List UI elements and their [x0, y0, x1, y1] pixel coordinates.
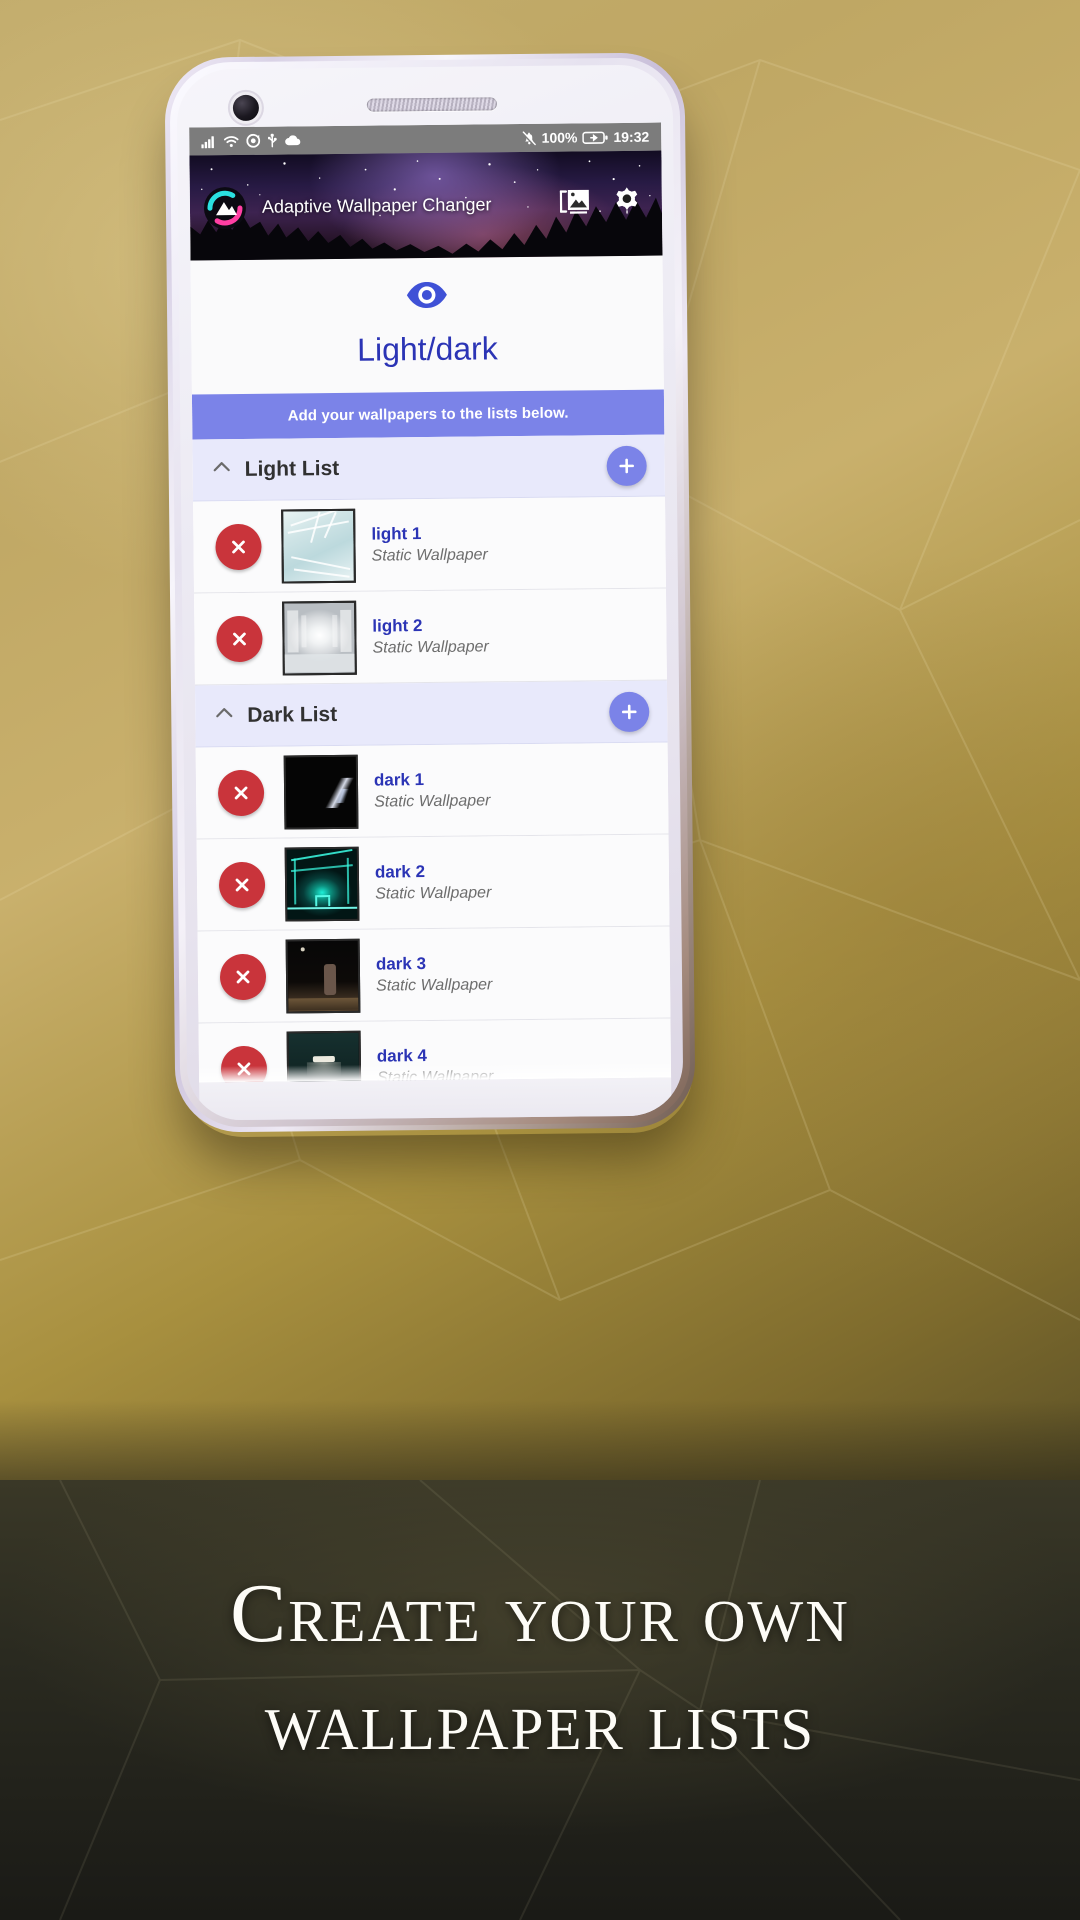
caption-line-1: Create your own: [230, 1567, 850, 1660]
screen-navigation-area: [199, 1077, 672, 1121]
front-camera-icon: [232, 94, 260, 122]
wallpaper-info: dark 3 Static Wallpaper: [376, 953, 493, 995]
wallpaper-list-item[interactable]: dark 3 Static Wallpaper: [197, 926, 671, 1024]
phone-mockup: 100% 19:32 Adaptive Wallpaper Changer Li…: [164, 52, 696, 1133]
battery-charging-icon: [582, 131, 608, 144]
wallpaper-list-item[interactable]: light 2 Static Wallpaper: [193, 588, 667, 686]
status-bar-left: [201, 133, 301, 148]
phone-body: 100% 19:32 Adaptive Wallpaper Changer Li…: [176, 64, 684, 1121]
clock-label: 19:32: [613, 128, 650, 146]
section-title: Light List: [244, 456, 340, 481]
bell-muted-icon: [522, 130, 537, 146]
eye-icon: [405, 282, 449, 314]
app-title: Adaptive Wallpaper Changer: [261, 194, 492, 217]
wallpaper-lists: Light List light 1 Static Wallpaper light 2…: [192, 434, 672, 1083]
section-title: Dark List: [247, 702, 338, 727]
section-header-light-list[interactable]: Light List: [192, 434, 666, 502]
chevron-up-icon[interactable]: [213, 702, 247, 729]
wallpaper-type: Static Wallpaper: [375, 884, 492, 903]
wallpaper-type: Static Wallpaper: [371, 546, 488, 565]
status-bar-right: 100% 19:32: [522, 128, 650, 146]
wallpaper-name: dark 3: [375, 954, 427, 974]
battery-percent-label: 100%: [541, 129, 578, 146]
wallpaper-name: light 1: [371, 524, 422, 544]
photo-library-icon[interactable]: [559, 188, 590, 219]
wallpaper-info: light 1 Static Wallpaper: [371, 523, 488, 565]
wallpaper-type: Static Wallpaper: [376, 976, 493, 995]
wallpaper-thumbnail[interactable]: [281, 508, 356, 584]
section-header-dark-list[interactable]: Dark List: [194, 680, 668, 748]
add-wallpaper-button[interactable]: [606, 445, 647, 486]
wallpaper-thumbnail[interactable]: [284, 846, 360, 922]
app-logo-icon: [202, 184, 248, 230]
wallpaper-info: dark 1 Static Wallpaper: [374, 769, 491, 811]
earpiece-speaker: [366, 97, 497, 112]
wallpaper-info: dark 2 Static Wallpaper: [375, 861, 492, 903]
wallpaper-name: light 2: [372, 616, 423, 636]
promo-caption: Create your own wallpaper lists: [0, 1560, 1080, 1775]
phone-bezel: 100% 19:32 Adaptive Wallpaper Changer Li…: [169, 57, 691, 1128]
caption-line-2: wallpaper lists: [264, 1674, 816, 1768]
signal-bars-icon: [201, 135, 216, 148]
close-circle-icon[interactable]: [215, 523, 262, 570]
instruction-banner: Add your wallpapers to the lists below.: [191, 389, 665, 440]
wallpaper-thumbnail[interactable]: [283, 754, 359, 830]
chevron-up-icon[interactable]: [211, 456, 245, 483]
phone-screen: 100% 19:32 Adaptive Wallpaper Changer Li…: [189, 122, 672, 1083]
wallpaper-name: dark 1: [373, 770, 425, 790]
wallpaper-thumbnail[interactable]: [285, 938, 361, 1014]
phone-case: 100% 19:32 Adaptive Wallpaper Changer Li…: [164, 52, 696, 1133]
app-bar-actions: [559, 186, 642, 222]
wifi-icon: [223, 134, 239, 147]
wallpaper-list-item[interactable]: dark 2 Static Wallpaper: [196, 834, 670, 932]
close-circle-icon[interactable]: [216, 615, 263, 662]
sync-icon: [246, 133, 261, 148]
app-bar: Adaptive Wallpaper Changer: [189, 150, 663, 261]
wallpaper-list-item[interactable]: light 1 Static Wallpaper: [193, 496, 666, 594]
wallpaper-type: Static Wallpaper: [374, 792, 491, 811]
page-title: Light/dark: [356, 330, 498, 368]
wallpaper-type: Static Wallpaper: [372, 638, 489, 657]
close-circle-icon[interactable]: [219, 953, 267, 1000]
wallpaper-name: dark 2: [374, 862, 426, 882]
usb-icon: [267, 133, 277, 148]
close-circle-icon[interactable]: [217, 769, 265, 816]
wallpaper-info: light 2 Static Wallpaper: [372, 615, 489, 657]
add-wallpaper-button[interactable]: [609, 691, 650, 732]
mode-hero: Light/dark: [190, 255, 664, 395]
gear-icon[interactable]: [612, 186, 642, 221]
close-circle-icon[interactable]: [218, 861, 266, 908]
wallpaper-list-item[interactable]: dark 1 Static Wallpaper: [195, 742, 669, 840]
wallpaper-thumbnail[interactable]: [282, 600, 357, 676]
cloud-icon: [284, 134, 301, 146]
